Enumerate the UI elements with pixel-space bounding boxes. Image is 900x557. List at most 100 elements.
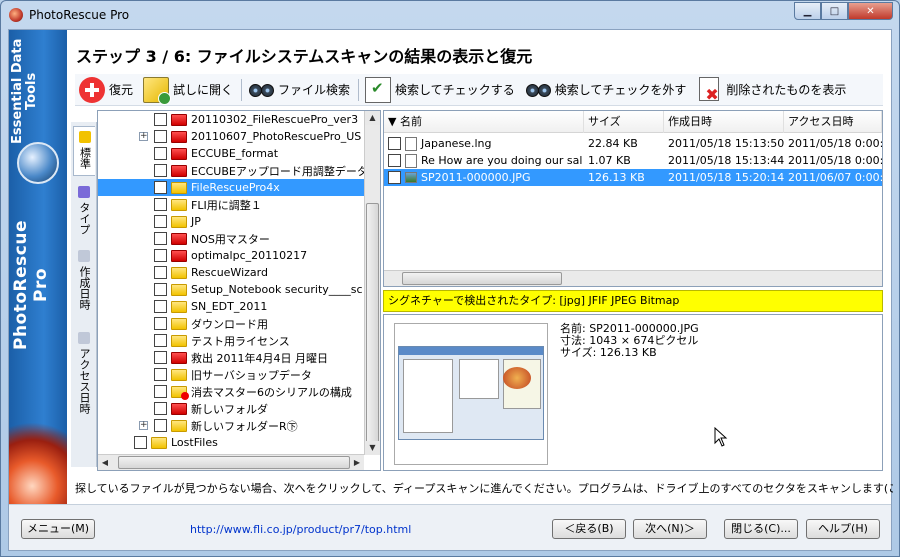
tree-item[interactable]: Setup_Notebook security____sc: [98, 281, 364, 298]
scrollbar-thumb[interactable]: [118, 456, 350, 469]
tree-item[interactable]: + 新しいフォルダーR㊦: [98, 417, 364, 434]
search-uncheck-button[interactable]: 検索してチェックを外す: [521, 75, 693, 105]
tree-item-checkbox[interactable]: [154, 232, 167, 245]
file-row[interactable]: Re How are you doing our sal 1.07 KB 2011/…: [384, 152, 882, 169]
tree-item[interactable]: optimalpc_20110217: [98, 247, 364, 264]
file-row[interactable]: Japanese.lng 22.84 KB 2011/05/18 15:13:50 2…: [384, 135, 882, 152]
scroll-right-icon[interactable]: ▶: [350, 455, 364, 470]
maximize-button[interactable]: □: [821, 2, 848, 20]
wizard-client: Essential Data Tools PhotoRescue Pro ステッ…: [8, 29, 893, 551]
tree-vertical-scrollbar[interactable]: ▲ ▼: [364, 111, 380, 455]
try-open-label: 試しに開く: [173, 83, 234, 97]
toolbar-separator: [241, 78, 243, 101]
file-row[interactable]: SP2011-000000.JPG 126.13 KB 2011/05/18 15:…: [384, 169, 882, 186]
tree-item-checkbox[interactable]: [154, 385, 167, 398]
tree-item[interactable]: FileRescuePro4x: [98, 179, 364, 196]
tree-item-checkbox[interactable]: [154, 419, 167, 432]
document-icon: [405, 153, 417, 168]
file-list-horizontal-scrollbar[interactable]: [384, 270, 882, 286]
tree-item-checkbox[interactable]: [154, 181, 167, 194]
tree-item-checkbox[interactable]: [154, 266, 167, 279]
file-checkbox[interactable]: [388, 137, 401, 150]
file-list[interactable]: ▼ 名前 サイズ 作成日時 アクセス日時 Japanese.lng 22.84 K…: [383, 110, 883, 287]
back-button[interactable]: ＜戻る(B): [552, 519, 626, 539]
search-check-button[interactable]: 検索してチェックする: [361, 75, 521, 105]
expand-icon[interactable]: +: [139, 132, 148, 141]
screenshot-thumbnail-image: [398, 346, 544, 440]
tree-item[interactable]: ECCUBEアップロード用調整データ: [98, 162, 364, 179]
file-created: 2011/05/18 15:20:14: [668, 171, 784, 184]
file-checkbox[interactable]: [388, 171, 401, 184]
folder-tree[interactable]: 20110302_FileRescuePro_ver3 +20110607_Pho…: [97, 110, 381, 471]
tree-item-checkbox[interactable]: [154, 215, 167, 228]
tree-item-checkbox[interactable]: [154, 351, 167, 364]
file-created: 2011/05/18 15:13:50: [668, 137, 784, 150]
folder-icon: [171, 334, 187, 347]
tree-item[interactable]: NOS用マスター: [98, 230, 364, 247]
close-button[interactable]: 閉じる(C)...: [724, 519, 798, 539]
sort-down-icon: ▼: [388, 115, 400, 128]
expand-icon[interactable]: +: [139, 421, 148, 430]
try-open-button[interactable]: 試しに開く: [139, 75, 239, 105]
tree-item[interactable]: ECCUBE_format: [98, 145, 364, 162]
tab-created[interactable]: 作成日時: [73, 246, 95, 320]
close-window-button[interactable]: ✕: [848, 2, 893, 20]
tree-item-checkbox[interactable]: [154, 164, 167, 177]
tree-item[interactable]: RescueWizard: [98, 264, 364, 281]
file-checkbox[interactable]: [388, 154, 401, 167]
restore-button[interactable]: 復元: [75, 75, 139, 105]
tree-item[interactable]: 消去マスター6のシリアルの構成: [98, 383, 364, 400]
tree-item-checkbox[interactable]: [154, 147, 167, 160]
tree-item-label: LostFiles: [171, 436, 218, 449]
column-name[interactable]: ▼ 名前: [384, 111, 584, 133]
scroll-up-icon[interactable]: ▲: [365, 111, 380, 125]
tab-type[interactable]: タイプ: [73, 182, 95, 242]
tree-item[interactable]: ダウンロード用: [98, 315, 364, 332]
column-size[interactable]: サイズ: [584, 111, 664, 133]
tab-accessed[interactable]: アクセス日時: [73, 328, 95, 424]
tree-item[interactable]: FLI用に調整１: [98, 196, 364, 213]
column-name-label: 名前: [399, 115, 422, 128]
file-name: Japanese.lng: [421, 137, 492, 150]
next-button[interactable]: 次へ(N)＞: [633, 519, 707, 539]
binoculars-icon: [525, 77, 551, 103]
tree-item-checkbox[interactable]: [154, 334, 167, 347]
tree-item-checkbox[interactable]: [134, 436, 147, 449]
tree-item-checkbox[interactable]: [154, 249, 167, 262]
tree-item-checkbox[interactable]: [154, 283, 167, 296]
column-accessed[interactable]: アクセス日時: [784, 111, 882, 133]
tab-standard-label: 標準: [78, 147, 92, 169]
open-document-icon: [143, 76, 172, 105]
show-deleted-button[interactable]: 削除されたものを表示: [692, 75, 852, 105]
product-link[interactable]: http://www.fli.co.jp/product/pr7/top.htm…: [190, 523, 411, 536]
tree-item-checkbox[interactable]: [154, 300, 167, 313]
scrollbar-thumb[interactable]: [366, 203, 379, 443]
tree-item-checkbox[interactable]: [154, 402, 167, 415]
scroll-left-icon[interactable]: ◀: [98, 455, 112, 470]
tree-item-checkbox[interactable]: [154, 317, 167, 330]
scrollbar-thumb[interactable]: [402, 272, 562, 285]
tree-item[interactable]: 20110302_FileRescuePro_ver3: [98, 111, 364, 128]
minimize-button[interactable]: ▁: [794, 2, 821, 20]
tree-item[interactable]: +20110607_PhotoRescuePro_US: [98, 128, 364, 145]
tree-item[interactable]: 新しいフォルダ: [98, 400, 364, 417]
tree-item[interactable]: JP: [98, 213, 364, 230]
scroll-down-icon[interactable]: ▼: [365, 441, 380, 455]
column-created[interactable]: 作成日時: [664, 111, 784, 133]
tree-item[interactable]: LostFiles: [98, 434, 364, 451]
tree-item-checkbox[interactable]: [154, 113, 167, 126]
tree-item[interactable]: テスト用ライセンス: [98, 332, 364, 349]
tree-item-checkbox[interactable]: [154, 198, 167, 211]
menu-button[interactable]: メニュー(M): [21, 519, 95, 539]
tree-horizontal-scrollbar[interactable]: ◀ ▶: [98, 454, 364, 470]
tree-item[interactable]: 救出 2011年4月4日 月曜日: [98, 349, 364, 366]
tree-item[interactable]: 旧サーバショップデータ: [98, 366, 364, 383]
tree-item-label: FLI用に調整１: [191, 198, 262, 212]
help-button[interactable]: ヘルプ(H): [806, 519, 880, 539]
file-search-button[interactable]: ファイル検索: [244, 75, 356, 105]
tree-item[interactable]: SN_EDT_2011: [98, 298, 364, 315]
title-bar[interactable]: PhotoRescue Pro ▁ □ ✕: [1, 1, 899, 29]
tab-standard[interactable]: 標準: [73, 126, 95, 176]
tree-item-checkbox[interactable]: [154, 368, 167, 381]
tree-item-checkbox[interactable]: [154, 130, 167, 143]
